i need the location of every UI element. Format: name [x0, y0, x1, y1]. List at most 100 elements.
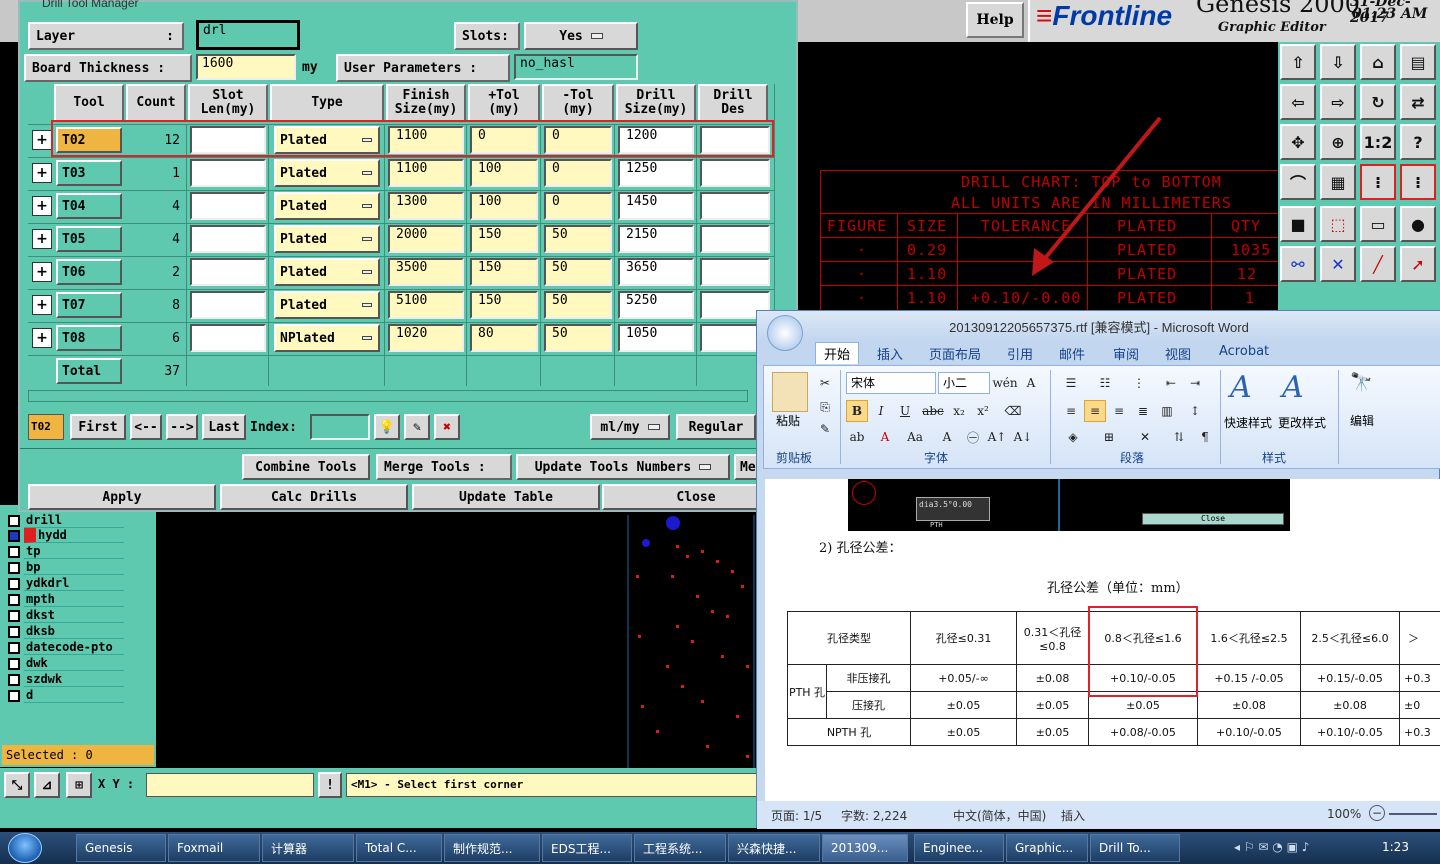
type-dropdown[interactable]: Plated [274, 258, 380, 286]
slot-len-input[interactable] [190, 159, 266, 187]
plus-tol-input[interactable]: 100 [470, 159, 538, 187]
update-table-button[interactable]: Update Table [412, 484, 600, 510]
measure-icon[interactable]: ⌒ [1280, 164, 1316, 200]
type-dropdown[interactable]: Plated [274, 192, 380, 220]
line-icon[interactable]: ╱ [1360, 246, 1396, 282]
layer-checkbox[interactable] [8, 593, 20, 606]
taskbar-item[interactable]: 兴森快捷... [728, 834, 820, 862]
finish-size-input[interactable]: 2000 [388, 225, 464, 253]
plus-tol-input[interactable]: 150 [470, 291, 538, 319]
tool-cell[interactable]: T06 [56, 259, 122, 285]
delete-icon[interactable]: ✖ [434, 414, 460, 440]
grow-icon[interactable]: A↑ [986, 426, 1008, 448]
box-icon[interactable]: ■ [1280, 206, 1316, 242]
line-spacing-icon[interactable]: ↕ [1184, 400, 1206, 422]
bold-icon[interactable]: B [846, 400, 868, 422]
alert-button[interactable]: ! [318, 772, 342, 798]
regular-button[interactable]: Regular [676, 414, 756, 440]
layer-checkbox[interactable] [8, 529, 20, 542]
layer-checkbox[interactable] [8, 514, 20, 527]
measure-tool-icon[interactable]: ⊿ [34, 772, 60, 798]
first-button[interactable]: First [70, 414, 126, 440]
decrease-indent-icon[interactable]: ⇤ [1160, 372, 1182, 394]
layer-field[interactable]: drl [196, 20, 300, 50]
row-expand-icon[interactable]: + [32, 229, 52, 249]
tab-page-layout[interactable]: 页面布局 [929, 344, 981, 363]
slot-len-input[interactable] [190, 324, 266, 352]
word-count[interactable]: 字数: 2,224 [841, 807, 907, 824]
index-input[interactable] [310, 414, 370, 440]
plus-tol-input[interactable]: 100 [470, 192, 538, 220]
type-dropdown[interactable]: Plated [274, 291, 380, 319]
layer-checkbox[interactable] [8, 625, 20, 638]
quick-style-icon[interactable]: A [1230, 370, 1252, 405]
layer-checkbox[interactable] [8, 545, 20, 558]
slots-dropdown[interactable]: Yes [524, 22, 638, 50]
layer-checkbox[interactable] [8, 641, 20, 654]
slot-len-input[interactable] [190, 258, 266, 286]
italic-icon[interactable]: I [870, 400, 892, 422]
show-marks-icon[interactable]: ¶ [1194, 426, 1216, 448]
cross-icon[interactable]: ✕ [1320, 246, 1356, 282]
drill-size-input[interactable]: 1050 [618, 324, 694, 352]
tab-insert[interactable]: 插入 [877, 344, 903, 363]
circle-icon[interactable]: ● [1400, 206, 1436, 242]
units-dropdown[interactable]: ml/my [590, 414, 670, 440]
enclose-char-icon[interactable]: ㊀ [962, 426, 984, 448]
layer-checkbox[interactable] [8, 673, 20, 686]
layer-row[interactable]: drill [8, 513, 124, 528]
bullets-icon[interactable]: ☰ [1060, 372, 1082, 394]
char-shading-icon[interactable]: A [936, 426, 958, 448]
layer-checkbox[interactable] [8, 657, 20, 670]
zoom-slider[interactable] [1389, 813, 1437, 815]
tab-acrobat[interactable]: Acrobat [1219, 344, 1269, 359]
strikethrough-icon[interactable]: abc [922, 400, 944, 422]
shrink-icon[interactable]: A↓ [1012, 426, 1034, 448]
taskbar-item[interactable]: 制作规范... [444, 834, 540, 862]
row-expand-icon[interactable]: + [32, 262, 52, 282]
layer-row[interactable]: dksb [8, 624, 124, 639]
apply-button[interactable]: Apply [28, 484, 216, 510]
copy-icon[interactable]: ⎘ [814, 396, 836, 418]
user-params-field[interactable]: no_hasl [514, 54, 638, 80]
page-indicator[interactable]: 页面: 1/5 [771, 807, 822, 824]
finish-size-input[interactable]: 1300 [388, 192, 464, 220]
paste-icon[interactable] [772, 372, 808, 412]
left-icon[interactable]: ⇦ [1280, 84, 1316, 120]
slot-len-input[interactable] [190, 291, 266, 319]
snap2-icon[interactable]: ⁝ [1400, 164, 1436, 200]
align-center-icon[interactable]: ≡ [1084, 400, 1106, 422]
drill-size-input[interactable]: 3650 [618, 258, 694, 286]
shape-icon[interactable]: ⬚ [1320, 206, 1356, 242]
insert-mode[interactable]: 插入 [1061, 807, 1085, 824]
zoom-level[interactable]: 100% [1327, 807, 1361, 821]
tray-icons[interactable]: ◂ ⚐ ✉ ◔ ▣ ♪ [1234, 840, 1309, 854]
window-icon[interactable]: ▤ [1400, 44, 1436, 80]
row-expand-icon[interactable]: + [32, 196, 52, 216]
tool-cell[interactable]: T04 [56, 193, 122, 219]
plus-tol-input[interactable]: 80 [470, 324, 538, 352]
pcb-view[interactable] [156, 515, 758, 768]
help-button[interactable]: Help [966, 2, 1024, 38]
board-thickness-input[interactable]: 1600 [196, 54, 296, 80]
taskbar-item[interactable]: 201309... [822, 834, 908, 862]
help-icon[interactable]: ? [1400, 124, 1436, 160]
tab-references[interactable]: 引用 [1007, 344, 1033, 363]
drill-size-input[interactable]: 2150 [618, 225, 694, 253]
combine-tools-button[interactable]: Combine Tools [242, 454, 370, 480]
clear-format-icon[interactable]: ⌫ [1002, 400, 1024, 422]
find-icon[interactable]: 🔭 [1350, 372, 1372, 393]
underline-icon[interactable]: U [894, 400, 916, 422]
drill-des-input[interactable] [700, 258, 770, 286]
minus-tol-input[interactable]: 50 [544, 258, 612, 286]
justify-icon[interactable]: ≣ [1132, 400, 1154, 422]
tab-mailings[interactable]: 邮件 [1059, 344, 1085, 363]
taskbar-item[interactable]: EDS工程... [542, 834, 632, 862]
layer-row[interactable]: tp [8, 544, 124, 559]
minus-tol-input[interactable]: 50 [544, 291, 612, 319]
subscript-icon[interactable]: x₂ [948, 400, 970, 422]
superscript-icon[interactable]: x² [972, 400, 994, 422]
drill-des-input[interactable] [700, 159, 770, 187]
taskbar-item[interactable]: Total C... [356, 834, 442, 862]
minus-tol-input[interactable]: 0 [544, 192, 612, 220]
